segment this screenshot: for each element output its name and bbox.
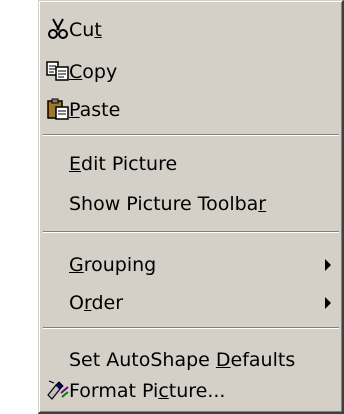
copy-icon — [45, 58, 71, 84]
menu-item-label: Copy — [69, 60, 118, 83]
menu-item-edit-picture[interactable]: Edit Picture — [41, 144, 341, 183]
menu-item-label: Paste — [69, 98, 121, 121]
menu-item-order[interactable]: Order — [41, 283, 341, 322]
menu-item-grouping[interactable]: Grouping — [41, 245, 341, 284]
menu-item-label: Set AutoShape Defaults — [69, 348, 296, 371]
menu-item-format-picture[interactable]: Format Picture... — [41, 371, 341, 410]
submenu-arrow-icon — [325, 259, 331, 271]
menu-item-paste[interactable]: Paste — [41, 90, 341, 129]
menu-separator — [43, 327, 339, 329]
menu-item-label: Edit Picture — [69, 152, 178, 175]
menu-item-label: Format Picture... — [69, 379, 226, 402]
menu-item-label: Grouping — [69, 253, 157, 276]
paste-clipboard-icon — [45, 96, 71, 122]
format-picture-icon — [45, 377, 71, 403]
menu-item-label: Order — [69, 291, 124, 314]
menu-item-cut[interactable]: Cut — [41, 10, 341, 49]
menu-separator — [43, 231, 339, 233]
cut-scissors-icon — [45, 16, 71, 42]
menu-item-label: Show Picture Toolbar — [69, 192, 267, 215]
menu-item-copy[interactable]: Copy — [41, 52, 341, 91]
menu-separator — [43, 134, 339, 136]
menu-item-show-picture-toolbar[interactable]: Show Picture Toolbar — [41, 184, 341, 223]
menu-item-label: Cut — [69, 18, 102, 41]
submenu-arrow-icon — [325, 297, 331, 309]
context-menu: Cut Copy Paste Edit Picture Show Picture… — [38, 0, 344, 414]
